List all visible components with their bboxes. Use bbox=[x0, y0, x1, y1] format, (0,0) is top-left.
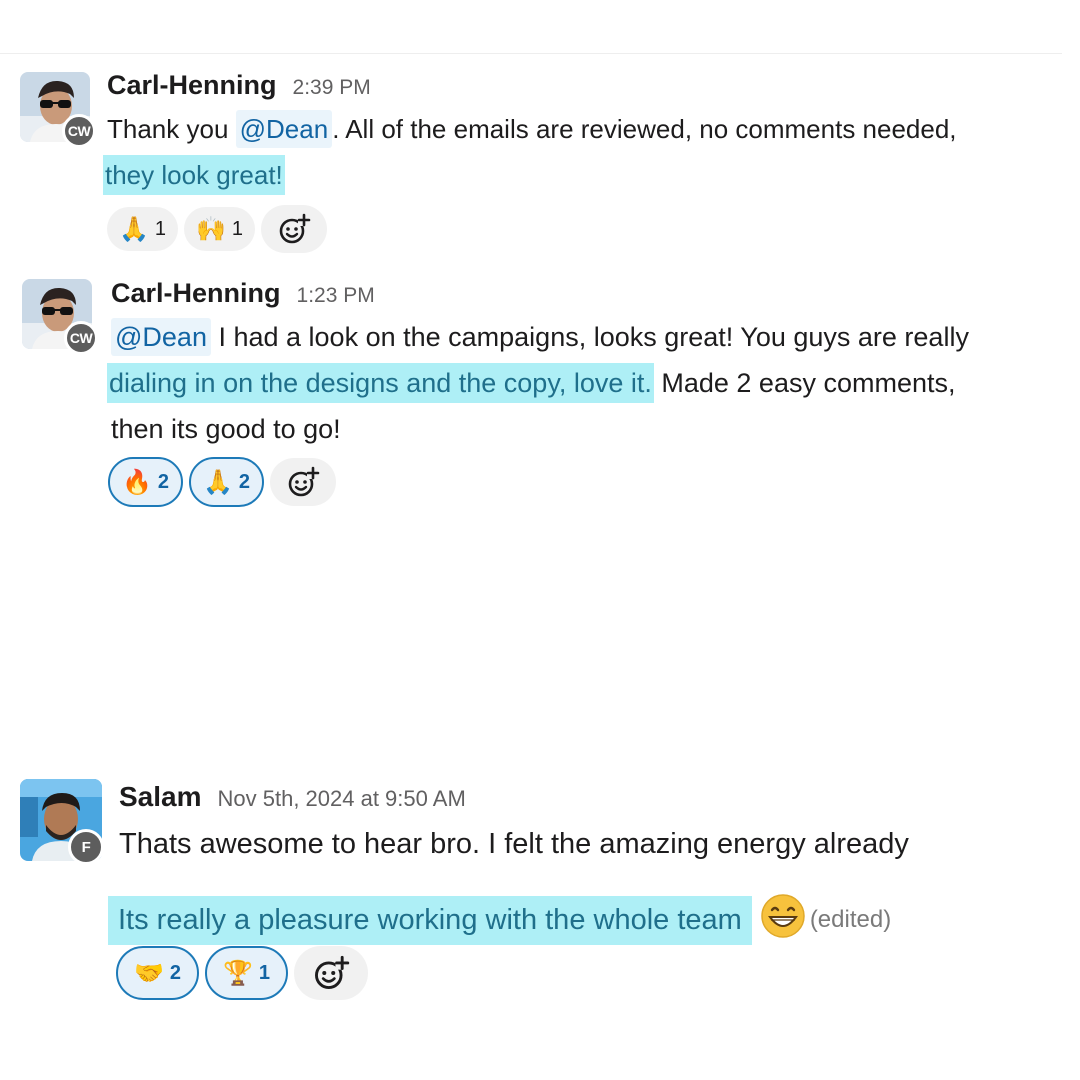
reaction-count: 1 bbox=[154, 217, 167, 240]
message-line-2: Its really a pleasure working with the w… bbox=[108, 893, 891, 947]
message-text: then its good to go! bbox=[111, 414, 341, 444]
add-reaction-icon bbox=[315, 955, 350, 989]
reaction-pill[interactable]: 🙏 2 bbox=[189, 457, 265, 507]
add-reaction-button[interactable] bbox=[261, 205, 328, 253]
highlighted-text: dialing in on the designs and the copy, … bbox=[107, 363, 654, 403]
message-text: Made 2 easy comments, bbox=[653, 368, 956, 398]
raised-hands-emoji: 🙌 bbox=[196, 215, 226, 243]
avatar-salam[interactable]: F bbox=[20, 779, 110, 869]
top-divider bbox=[0, 53, 1062, 54]
reaction-count: 2 bbox=[157, 470, 170, 493]
add-reaction-icon bbox=[288, 466, 320, 497]
highlighted-text: Its really a pleasure working with the w… bbox=[108, 895, 752, 945]
timestamp[interactable]: Nov 5th, 2024 at 9:50 AM bbox=[218, 786, 466, 812]
highlighted-text: they look great! bbox=[103, 155, 285, 195]
message-line-2: they look great! bbox=[103, 155, 285, 195]
author-name[interactable]: Carl-Henning bbox=[107, 70, 277, 101]
reaction-pill[interactable]: 🙏 1 bbox=[107, 207, 179, 251]
reactions-bar: 🙏 1 🙌 1 bbox=[107, 205, 328, 253]
timestamp[interactable]: 1:23 PM bbox=[297, 284, 375, 308]
message-text: Thank you bbox=[107, 114, 236, 144]
fire-emoji: 🔥 bbox=[122, 468, 152, 496]
author-name[interactable]: Salam bbox=[119, 781, 202, 813]
edited-label: (edited) bbox=[809, 906, 892, 933]
reactions-bar: 🔥 2 🙏 2 bbox=[108, 457, 337, 507]
timestamp[interactable]: 2:39 PM bbox=[293, 76, 371, 100]
reaction-pill[interactable]: 🔥 2 bbox=[108, 457, 184, 507]
mention-dean[interactable]: @Dean bbox=[111, 318, 211, 356]
add-reaction-button[interactable] bbox=[294, 946, 369, 1000]
message-line-1: Thank you @Dean. All of the emails are r… bbox=[107, 110, 957, 148]
avatar-carl-2[interactable]: CW bbox=[22, 279, 102, 359]
message-line-3: then its good to go! bbox=[111, 414, 341, 445]
reaction-count: 1 bbox=[258, 961, 271, 984]
reaction-pill[interactable]: 🤝 2 bbox=[116, 946, 200, 1000]
reaction-pill[interactable]: 🙌 1 bbox=[184, 207, 256, 251]
workspace-badge: F bbox=[68, 829, 104, 865]
message-line-2: dialing in on the designs and the copy, … bbox=[107, 363, 956, 403]
reaction-count: 1 bbox=[231, 217, 244, 240]
workspace-badge: CW bbox=[64, 321, 98, 355]
add-reaction-button[interactable] bbox=[270, 458, 337, 506]
message-line-1: @Dean I had a look on the campaigns, loo… bbox=[111, 318, 969, 356]
reaction-count: 2 bbox=[238, 470, 251, 493]
message-text: Thats awesome to hear bro. I felt the am… bbox=[119, 828, 909, 860]
reaction-count: 2 bbox=[169, 961, 182, 984]
handshake-emoji: 🤝 bbox=[134, 959, 164, 987]
reactions-bar: 🤝 2 🏆 1 bbox=[116, 946, 369, 1000]
grinning-face-emoji bbox=[760, 893, 806, 947]
mention-dean[interactable]: @Dean bbox=[235, 110, 333, 148]
message-text: I had a look on the campaigns, looks gre… bbox=[210, 322, 969, 352]
message-line-1: Thats awesome to hear bro. I felt the am… bbox=[119, 828, 909, 861]
message-text: . All of the emails are reviewed, no com… bbox=[332, 114, 957, 144]
workspace-badge: CW bbox=[62, 114, 96, 148]
trophy-emoji: 🏆 bbox=[223, 959, 253, 987]
folded-hands-emoji: 🙏 bbox=[203, 468, 233, 496]
reaction-pill[interactable]: 🏆 1 bbox=[205, 946, 289, 1000]
author-name[interactable]: Carl-Henning bbox=[111, 278, 281, 309]
add-reaction-icon bbox=[279, 213, 311, 244]
avatar-carl-1[interactable]: CW bbox=[20, 72, 100, 152]
folded-hands-emoji: 🙏 bbox=[119, 215, 149, 243]
